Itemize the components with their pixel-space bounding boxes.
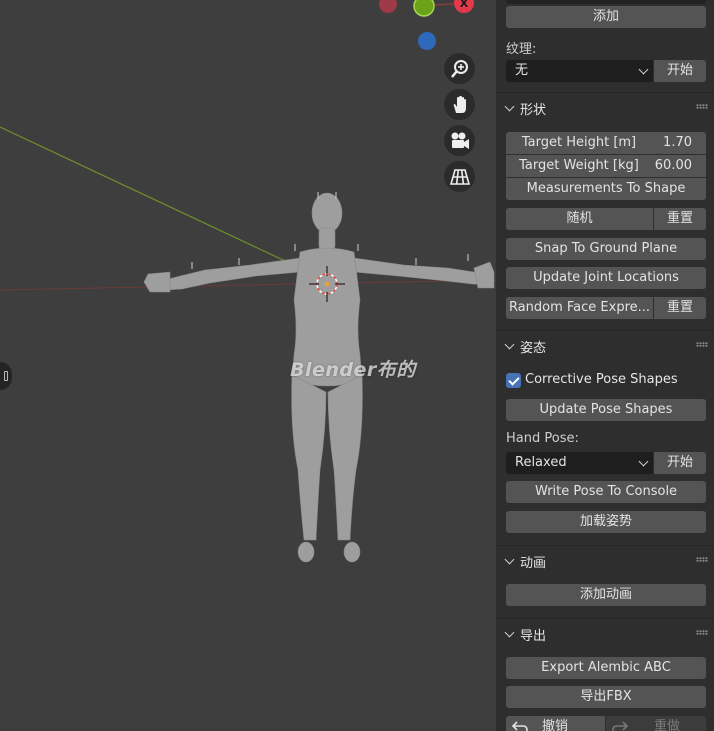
redo-button[interactable]: 重做: [606, 716, 706, 731]
target-weight-field[interactable]: Target Weight [kg] 60.00: [506, 155, 706, 177]
x-axis-line: [0, 279, 496, 291]
hand-icon[interactable]: [444, 89, 475, 120]
redo-label: 重做: [654, 719, 681, 731]
partial-field: [506, 0, 706, 4]
add-animation-button[interactable]: 添加动画: [506, 584, 706, 606]
drag-grip-icon[interactable]: [696, 630, 708, 635]
texture-select[interactable]: 无: [506, 60, 653, 82]
drag-grip-icon[interactable]: [696, 342, 708, 347]
chevron-down-icon: [638, 64, 649, 75]
chevron-down-icon: [504, 339, 515, 350]
gizmo-z[interactable]: [418, 32, 436, 50]
chevron-down-icon: [504, 101, 515, 112]
drag-grip-icon[interactable]: [696, 104, 708, 109]
hand-pose-select[interactable]: Relaxed: [506, 452, 653, 474]
texture-label: 纹理:: [506, 42, 537, 57]
random-button[interactable]: 随机: [506, 208, 653, 230]
redo-icon: [612, 721, 628, 731]
section-shape-header[interactable]: 形状: [496, 92, 714, 122]
chevron-down-icon: [638, 456, 649, 467]
target-weight-label: Target Weight [kg]: [519, 158, 639, 173]
undo-button[interactable]: 撤销: [506, 716, 605, 731]
section-shape-title: 形状: [520, 103, 547, 118]
section-export-title: 导出: [520, 629, 547, 644]
y-axis-line: [0, 126, 301, 269]
target-weight-value: 60.00: [654, 158, 692, 173]
load-pose-button[interactable]: 加载姿势: [506, 511, 706, 533]
target-height-label: Target Height [m]: [521, 135, 637, 150]
watermark-text: Blender布的: [290, 359, 416, 381]
svg-text:X: X: [460, 0, 469, 10]
properties-panel: 添加 纹理: 无 开始 形状 Target Height [m] 1.70 Ta…: [496, 0, 714, 731]
add-button[interactable]: 添加: [506, 6, 706, 28]
texture-select-value: 无: [515, 63, 529, 78]
target-height-field[interactable]: Target Height [m] 1.70: [506, 132, 706, 154]
drag-grip-icon[interactable]: [696, 557, 708, 562]
export-fbx-button[interactable]: 导出FBX: [506, 686, 706, 708]
corrective-pose-checkbox[interactable]: [506, 373, 521, 388]
target-height-value: 1.70: [663, 135, 692, 150]
undo-label: 撤销: [542, 719, 569, 731]
section-animation-header[interactable]: 动画: [496, 545, 714, 575]
zoom-icon[interactable]: [444, 53, 475, 84]
gizmo-y[interactable]: [413, 0, 435, 17]
hand-pose-select-value: Relaxed: [515, 455, 567, 470]
export-alembic-button[interactable]: Export Alembic ABC: [506, 657, 706, 679]
section-pose-title: 姿态: [520, 341, 547, 356]
section-animation-title: 动画: [520, 556, 547, 571]
section-export-header[interactable]: 导出: [496, 618, 714, 648]
chevron-down-icon: [504, 554, 515, 565]
section-pose-header[interactable]: 姿态: [496, 330, 714, 360]
grid-icon[interactable]: [444, 161, 475, 192]
update-joint-locations-button[interactable]: Update Joint Locations: [506, 267, 706, 289]
random-face-expression-button[interactable]: Random Face Expre...: [506, 297, 653, 319]
camera-icon[interactable]: [444, 125, 475, 156]
3d-viewport[interactable]: X Blender布的: [0, 0, 496, 731]
write-pose-to-console-button[interactable]: Write Pose To Console: [506, 481, 706, 503]
chevron-down-icon: [504, 627, 515, 638]
navigation-gizmo[interactable]: X: [379, 0, 474, 50]
viewport-scene: X: [0, 0, 496, 563]
reset-button[interactable]: 重置: [654, 208, 706, 230]
update-pose-shapes-button[interactable]: Update Pose Shapes: [506, 399, 706, 421]
face-reset-button[interactable]: 重置: [654, 297, 706, 319]
corrective-pose-label[interactable]: Corrective Pose Shapes: [525, 372, 678, 387]
texture-start-button[interactable]: 开始: [654, 60, 706, 82]
snap-to-ground-button[interactable]: Snap To Ground Plane: [506, 238, 706, 260]
hand-pose-label: Hand Pose:: [506, 431, 579, 446]
hand-pose-start-button[interactable]: 开始: [654, 452, 706, 474]
undo-icon: [512, 721, 528, 731]
measurements-to-shape-button[interactable]: Measurements To Shape: [506, 178, 706, 200]
gizmo-neg-x[interactable]: [379, 0, 397, 13]
